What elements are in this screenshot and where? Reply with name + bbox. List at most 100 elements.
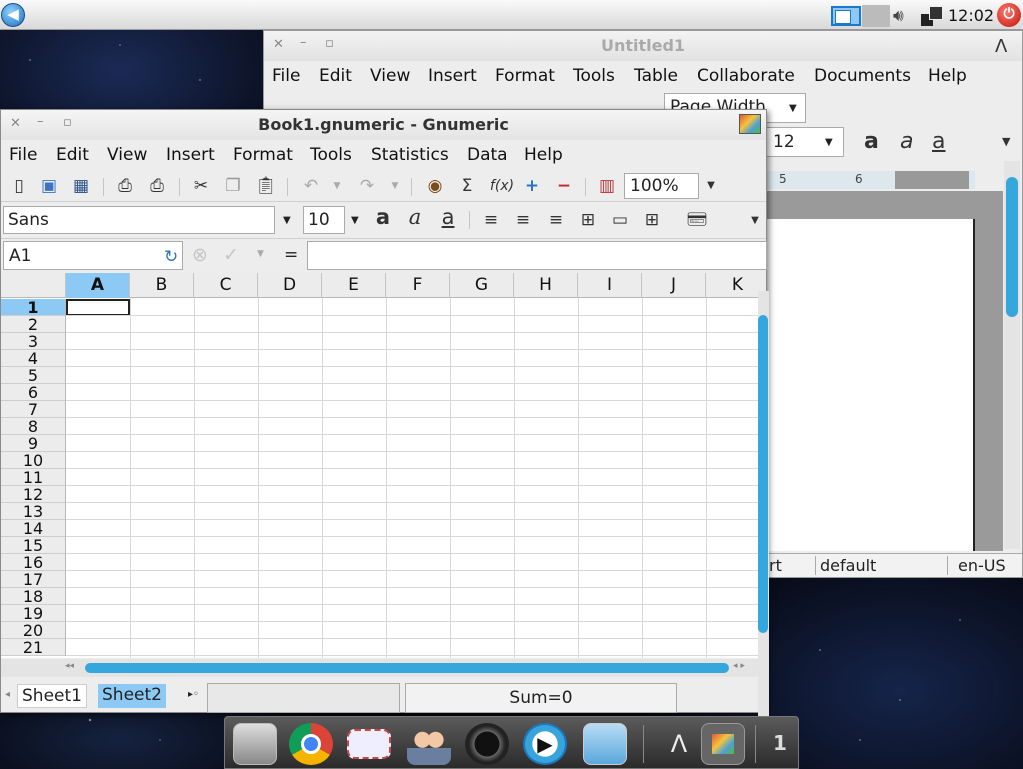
abi-vertical-scrollbar[interactable] <box>1004 161 1020 549</box>
abi-scroll-thumb[interactable] <box>1006 177 1018 317</box>
underline-icon[interactable]: a <box>932 129 945 154</box>
menu-statistics[interactable]: Statistics <box>371 145 449 165</box>
network-icon[interactable] <box>921 6 943 26</box>
accept-edit-icon[interactable]: ✓ <box>223 244 239 266</box>
power-icon[interactable]: ⏻ <box>997 3 1021 27</box>
chrome-icon[interactable] <box>289 723 333 765</box>
abi-menu-format[interactable]: Format <box>495 66 555 86</box>
row-header-7[interactable]: 7 <box>1 401 66 418</box>
tab-next-icon[interactable]: ▸◦ <box>188 689 199 700</box>
row-header-21[interactable]: 21 <box>1 639 66 656</box>
undo-icon[interactable]: ↶ <box>301 176 321 196</box>
row-header-9[interactable]: 9 <box>1 435 66 452</box>
italic-icon[interactable]: a <box>900 129 913 154</box>
function-icon[interactable]: f(x) <box>489 176 515 196</box>
row-header-11[interactable]: 11 <box>1 469 66 486</box>
menu-insert[interactable]: Insert <box>166 145 215 165</box>
cut-icon[interactable]: ✂ <box>191 176 211 196</box>
column-header-k[interactable]: K <box>706 273 759 298</box>
sheet-tab-2[interactable]: Sheet2 <box>98 684 166 708</box>
abi-menu-documents[interactable]: Documents <box>814 66 911 86</box>
back-arrow-icon[interactable]: ◀ <box>1 3 25 27</box>
row-header-8[interactable]: 8 <box>1 418 66 435</box>
vertical-scroll-thumb[interactable] <box>758 315 768 633</box>
abi-ruler[interactable]: 5 6 7 <box>767 171 975 189</box>
row-header-4[interactable]: 4 <box>1 350 66 367</box>
abi-menu-view[interactable]: View <box>370 66 410 86</box>
row-header-12[interactable]: 12 <box>1 486 66 503</box>
contacts-icon[interactable] <box>407 723 451 765</box>
scroll-right-icon[interactable]: ◂ ▸ <box>733 661 745 671</box>
paste-icon[interactable]: 📋︎ <box>255 176 277 196</box>
volume-icon[interactable]: 🔊︎ <box>893 5 919 27</box>
menu-help[interactable]: Help <box>524 145 563 165</box>
row-header-6[interactable]: 6 <box>1 384 66 401</box>
horizontal-scroll-thumb[interactable] <box>85 663 729 673</box>
bold-icon[interactable]: a <box>373 207 393 228</box>
spreadsheet-grid[interactable]: ABCDEFGHIJK 1 2 3 4 5 6 7 8 9 10 11 12 13 14 15 16 17 18 1… <box>1 273 759 658</box>
row-header-15[interactable]: 15 <box>1 537 66 554</box>
abi-page[interactable] <box>767 219 975 551</box>
gnumeric-icon[interactable] <box>701 723 745 765</box>
abi-font-size-select[interactable]: 12 ▼ <box>764 127 844 157</box>
print-preview-icon[interactable]: ⎙ <box>147 176 167 196</box>
abiword-icon[interactable]: Λ <box>657 723 701 765</box>
column-header-j[interactable]: J <box>642 273 706 298</box>
chevron-down-icon[interactable]: ▼ <box>385 176 405 196</box>
horizontal-scrollbar[interactable]: ◂◂ ◂ ▸ <box>1 659 766 677</box>
abi-menu-edit[interactable]: Edit <box>319 66 352 86</box>
scroll-left-icon[interactable]: ◂◂ <box>65 661 74 671</box>
sort-descending-icon[interactable]: − <box>554 176 574 196</box>
abi-menu-table[interactable]: Table <box>634 66 678 86</box>
save-icon[interactable]: ▦ <box>71 176 91 196</box>
sheet-tab-1[interactable]: Sheet1 <box>17 684 87 708</box>
menu-edit[interactable]: Edit <box>56 145 89 165</box>
chevron-down-icon[interactable]: ▼ <box>745 211 765 231</box>
software-center-icon[interactable] <box>583 723 627 765</box>
abi-menu-insert[interactable]: Insert <box>428 66 477 86</box>
cancel-edit-icon[interactable]: ⊗ <box>192 244 208 266</box>
underline-icon[interactable]: a <box>438 207 458 228</box>
column-header-f[interactable]: F <box>386 273 450 298</box>
column-header-h[interactable]: H <box>514 273 578 298</box>
align-left-icon[interactable]: ≡ <box>481 210 501 230</box>
sort-ascending-icon[interactable]: + <box>522 176 542 196</box>
align-right-icon[interactable]: ≡ <box>546 210 566 230</box>
file-manager-icon[interactable] <box>233 723 277 765</box>
print-icon[interactable]: ⎙ <box>115 176 135 196</box>
formula-input[interactable] <box>307 241 767 270</box>
abi-menu-help[interactable]: Help <box>928 66 967 86</box>
abi-menu-collaborate[interactable]: Collaborate <box>697 66 795 86</box>
menu-tools[interactable]: Tools <box>310 145 352 165</box>
chevron-down-icon[interactable]: ▼ <box>327 176 347 196</box>
row-header-1[interactable]: 1 <box>1 299 66 316</box>
tab-prev-icon[interactable]: ◂ <box>5 689 10 700</box>
bold-icon[interactable]: a <box>864 129 879 154</box>
row-header-2[interactable]: 2 <box>1 316 66 333</box>
selected-cell[interactable] <box>66 299 130 316</box>
column-header-g[interactable]: G <box>450 273 514 298</box>
select-all-corner[interactable] <box>1 273 66 298</box>
merge-cells-icon[interactable]: ⊞ <box>578 210 598 230</box>
redo-icon[interactable]: ↷ <box>357 176 377 196</box>
abi-menu-tools[interactable]: Tools <box>573 66 615 86</box>
chevron-down-icon[interactable]: ▼ <box>257 249 264 259</box>
menu-file[interactable]: File <box>9 145 37 165</box>
clock[interactable]: 12:02 <box>948 6 994 25</box>
row-header-18[interactable]: 18 <box>1 588 66 605</box>
column-header-i[interactable]: I <box>578 273 642 298</box>
menu-format[interactable]: Format <box>233 145 293 165</box>
column-header-c[interactable]: C <box>194 273 258 298</box>
borders-icon[interactable]: ⊞ <box>642 210 662 230</box>
copy-icon[interactable]: ❐ <box>223 176 243 196</box>
music-player-icon[interactable] <box>465 723 509 765</box>
name-box[interactable]: A1 ↻ <box>3 241 183 270</box>
column-header-e[interactable]: E <box>322 273 386 298</box>
row-header-10[interactable]: 10 <box>1 452 66 469</box>
column-header-a[interactable]: A <box>66 273 130 298</box>
currency-format-icon[interactable]: 💳︎ <box>686 210 708 230</box>
zoom-input[interactable]: 100% <box>624 173 699 199</box>
row-header-19[interactable]: 19 <box>1 605 66 622</box>
workspace-indicator[interactable]: 1 <box>773 731 787 755</box>
menu-view[interactable]: View <box>107 145 147 165</box>
